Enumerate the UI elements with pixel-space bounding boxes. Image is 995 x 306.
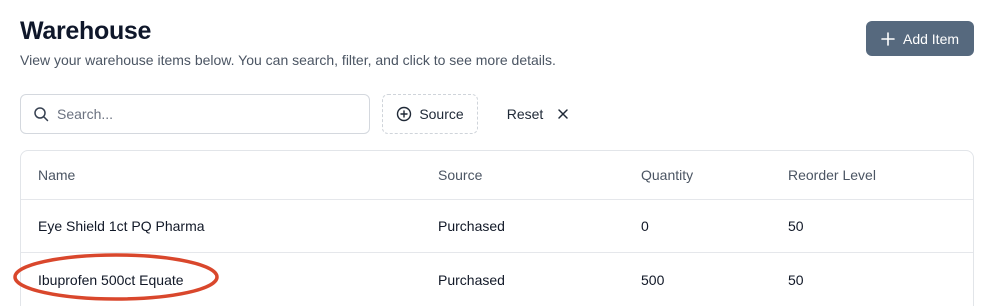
search-box[interactable]: [20, 94, 370, 134]
warehouse-page: Warehouse View your warehouse items belo…: [0, 0, 995, 306]
cell-reorder-level: 50: [788, 271, 804, 288]
source-filter-label: Source: [419, 106, 464, 122]
table-row[interactable]: Ibuprofen 500ct Equate Purchased 500 50: [21, 253, 973, 306]
add-item-button[interactable]: Add Item: [866, 21, 974, 56]
plus-circle-icon: [397, 106, 412, 122]
cell-source: Purchased: [438, 271, 505, 288]
plus-icon: [881, 31, 895, 46]
column-header-reorder-level[interactable]: Reorder Level: [788, 167, 876, 183]
column-header-source[interactable]: Source: [438, 167, 482, 183]
reset-label: Reset: [506, 106, 544, 122]
items-table: Name Source Quantity Reorder Level Eye S…: [20, 150, 974, 306]
source-filter-button[interactable]: Source: [382, 94, 478, 134]
cell-quantity: 0: [641, 218, 649, 234]
cell-reorder-level: 50: [788, 218, 804, 234]
cell-name: Ibuprofen 500ct Equate: [38, 271, 184, 288]
search-icon: [34, 107, 49, 122]
cell-quantity: 500: [641, 271, 665, 288]
add-item-label: Add Item: [902, 30, 960, 47]
table-header-row: Name Source Quantity Reorder Level: [21, 151, 973, 200]
page-title: Warehouse: [20, 17, 152, 45]
cell-source: Purchased: [438, 218, 505, 234]
close-icon: [558, 109, 569, 119]
column-header-name[interactable]: Name: [38, 167, 75, 183]
page-subtitle: View your warehouse items below. You can…: [20, 52, 556, 68]
cell-name: Eye Shield 1ct PQ Pharma: [38, 218, 205, 234]
column-header-quantity[interactable]: Quantity: [641, 167, 693, 183]
table-row[interactable]: Eye Shield 1ct PQ Pharma Purchased 0 50: [21, 200, 973, 253]
reset-button[interactable]: Reset: [494, 94, 582, 134]
search-input[interactable]: [57, 106, 347, 122]
